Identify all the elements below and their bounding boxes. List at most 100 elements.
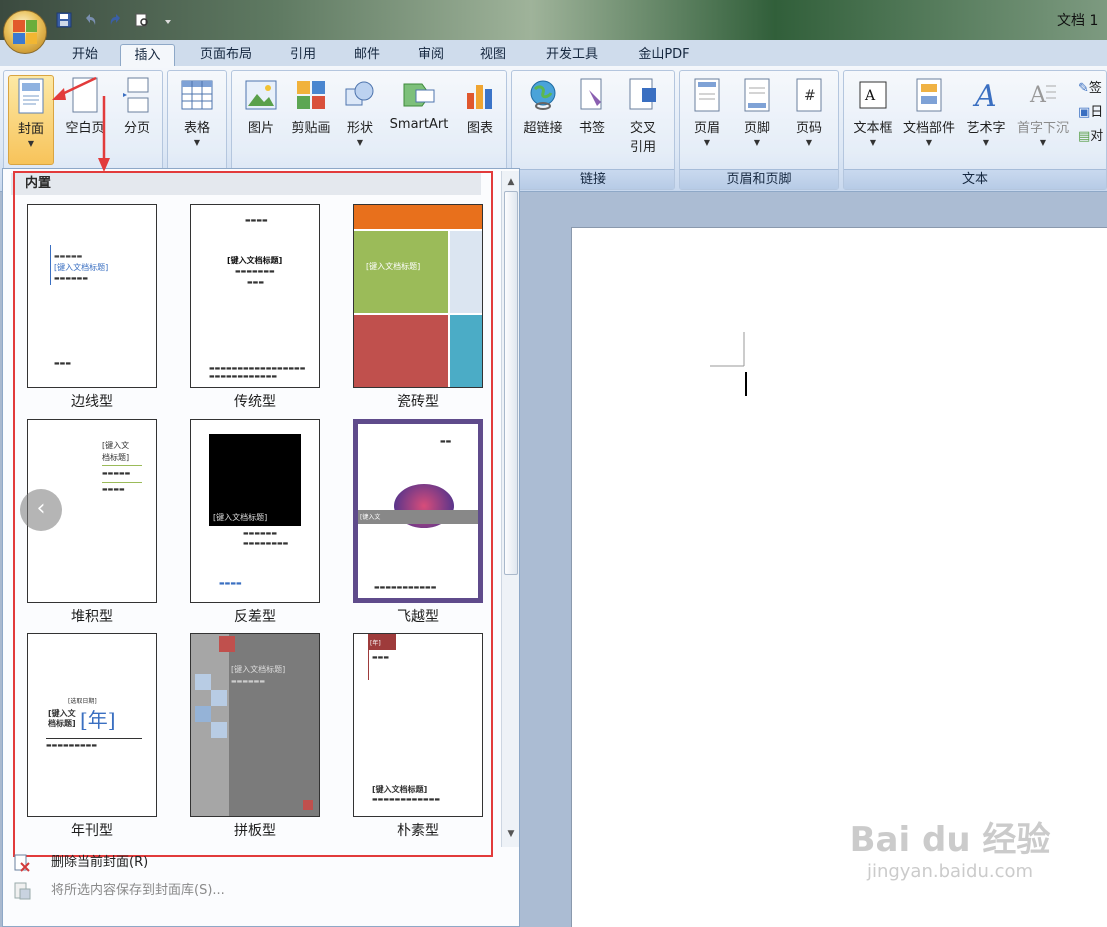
scroll-down-arrow-icon[interactable]: ▼: [504, 827, 518, 841]
dropdown-arrow-icon: ▼: [356, 138, 364, 147]
margin-corner-marker: [710, 332, 747, 396]
tab-kingsoft-pdf[interactable]: 金山PDF: [626, 44, 702, 66]
cover-button[interactable]: 封面 ▼: [8, 75, 54, 165]
tab-developer[interactable]: 开发工具: [532, 44, 612, 66]
cover-thumb-annual[interactable]: [选取日期] [键入文 档标题] [年] ▬▬▬▬▬▬▬▬▬: [27, 633, 157, 817]
tab-home[interactable]: 开始: [60, 44, 110, 66]
cover-label: 封面: [17, 122, 44, 137]
thumb-title-line2: 档标题]: [48, 719, 76, 728]
header-button[interactable]: 页眉 ▼: [684, 75, 730, 165]
tab-mailings[interactable]: 邮件: [342, 44, 392, 66]
clipart-icon: [293, 77, 329, 113]
qat-dropdown-icon[interactable]: [159, 11, 177, 29]
clipart-label: 剪贴画: [291, 121, 331, 136]
remove-cover-menu-item[interactable]: 删除当前封面(R): [3, 849, 519, 877]
scroll-up-arrow-icon[interactable]: ▲: [504, 175, 518, 189]
page-break-label: 分页: [123, 121, 150, 136]
tab-page-layout[interactable]: 页面布局: [188, 44, 264, 66]
tab-insert[interactable]: 插入: [120, 44, 175, 66]
blank-page-label: 空白页: [65, 121, 105, 136]
hyperlink-button[interactable]: 超链接: [518, 75, 568, 165]
quick-parts-button[interactable]: 文档部件 ▼: [900, 75, 958, 165]
cover-page-icon: [13, 78, 49, 114]
wordart-icon: A: [968, 77, 1004, 113]
office-logo-icon: [13, 20, 37, 44]
undo-icon[interactable]: [81, 11, 99, 29]
dropdown-arrow-icon: ▼: [1039, 138, 1047, 147]
thumb-title: [键入文档标题]: [372, 785, 428, 794]
thumb-title-line2: 档标题]: [102, 453, 130, 462]
tab-references[interactable]: 引用: [278, 44, 328, 66]
date-label: 日: [1090, 105, 1104, 120]
table-button[interactable]: 表格 ▼: [174, 75, 220, 165]
clipart-button[interactable]: 剪贴画: [286, 75, 336, 165]
tab-review[interactable]: 审阅: [406, 44, 456, 66]
previous-arrow-icon[interactable]: ‹: [20, 489, 62, 531]
drop-cap-button[interactable]: A 首字下沉 ▼: [1012, 75, 1074, 165]
footer-button[interactable]: 页脚 ▼: [734, 75, 780, 165]
bookmark-label: 书签: [578, 121, 605, 136]
shape-button[interactable]: 形状 ▼: [340, 75, 380, 165]
remove-cover-label: 删除当前封面(R): [51, 855, 149, 870]
cover-label-puzzle: 拼板型: [234, 823, 276, 839]
object-icon: ▤: [1078, 129, 1091, 144]
save-icon[interactable]: [55, 11, 73, 29]
cover-label-annual: 年刊型: [71, 823, 113, 839]
cover-label-contrast: 反差型: [234, 609, 276, 625]
chart-icon: [462, 77, 498, 113]
text-group-label: 文本: [844, 169, 1106, 189]
cover-thumb-tiles[interactable]: [键入文档标题]: [353, 204, 483, 388]
picture-button[interactable]: 图片: [240, 75, 282, 165]
blank-page-button[interactable]: 空白页: [58, 75, 112, 165]
cover-thumb-motion[interactable]: [键入文 ▬▬ ▬▬▬▬▬▬▬▬▬▬▬: [353, 419, 483, 603]
signature-icon: ✎: [1078, 81, 1089, 96]
signature-line-button[interactable]: ✎签: [1078, 77, 1107, 101]
textbox-button[interactable]: A 文本框 ▼: [848, 75, 898, 165]
gallery-scrollbar[interactable]: ▲ ▼: [501, 171, 519, 847]
header-footer-group-label: 页眉和页脚: [680, 169, 838, 189]
title-bar: 文档 1: [0, 0, 1107, 40]
group-text: A 文本框 ▼ 文档部件 ▼ A 艺术字 ▼ A 首字下沉 ▼ ✎签 ▣日 ▤对…: [843, 70, 1107, 190]
cover-thumb-traditional[interactable]: ▬▬▬▬ [键入文档标题] ▬▬▬▬▬▬▬ ▬▬▬ ▬▬▬▬▬▬▬▬▬▬▬▬▬▬…: [190, 204, 320, 388]
footer-label: 页脚: [743, 121, 770, 136]
date-time-button[interactable]: ▣日: [1078, 101, 1107, 125]
bookmark-icon: [574, 77, 610, 113]
cover-thumb-austere[interactable]: [年] ▬▬▬ [键入文档标题] ▬▬▬▬▬▬▬▬▬▬▬▬: [353, 633, 483, 817]
table-icon: [179, 77, 215, 113]
office-button[interactable]: [3, 10, 47, 54]
quick-access-toolbar: [55, 10, 177, 30]
page-number-button[interactable]: # 页码 ▼: [784, 75, 834, 165]
smartart-button[interactable]: SmartArt: [384, 75, 454, 165]
cover-thumb-contrast[interactable]: [键入文档标题] ▬▬▬▬▬▬ ▬▬▬▬▬▬▬▬ ▬▬▬▬: [190, 419, 320, 603]
header-icon: [689, 77, 725, 113]
cover-thumb-sideline[interactable]: ▬▬▬▬▬ [键入文档标题] ▬▬▬▬▬▬ ▬▬▬: [27, 204, 157, 388]
chart-button[interactable]: 图表: [458, 75, 502, 165]
thumb-title: [键入文档标题]: [366, 262, 421, 271]
cover-label-motion: 飞越型: [397, 609, 439, 625]
print-preview-icon[interactable]: [133, 11, 151, 29]
links-group-label: 链接: [512, 169, 674, 189]
text-extra-buttons: ✎签 ▣日 ▤对: [1078, 77, 1107, 149]
tab-view[interactable]: 视图: [468, 44, 518, 66]
drop-cap-icon: A: [1025, 77, 1061, 113]
cover-label-sideline: 边线型: [71, 394, 113, 410]
table-label: 表格: [183, 121, 210, 136]
thumb-title: [键入文: [360, 514, 381, 521]
svg-text:A: A: [864, 88, 876, 104]
page-number-icon: #: [791, 77, 827, 113]
object-button[interactable]: ▤对: [1078, 125, 1107, 149]
baidu-watermark: Bai du 经验 jingyan.baidu.com: [845, 812, 1055, 902]
scrollbar-thumb[interactable]: [504, 191, 518, 575]
page-break-button[interactable]: 分页: [114, 75, 160, 165]
dropdown-arrow-icon: ▼: [703, 138, 711, 147]
dropdown-arrow-icon: ▼: [753, 138, 761, 147]
svg-text:A: A: [972, 79, 997, 112]
redo-icon[interactable]: [107, 11, 125, 29]
cover-thumb-puzzle[interactable]: [键入文档标题] ▬▬▬▬▬▬: [190, 633, 320, 817]
thumb-title-line1: [键入文: [102, 441, 130, 450]
save-to-gallery-menu-item[interactable]: 将所选内容保存到封面库(S)...: [3, 877, 519, 905]
textbox-icon: A: [855, 77, 891, 113]
cross-reference-button[interactable]: 交叉 引用: [618, 75, 668, 165]
wordart-button[interactable]: A 艺术字 ▼: [962, 75, 1010, 165]
bookmark-button[interactable]: 书签: [570, 75, 614, 165]
